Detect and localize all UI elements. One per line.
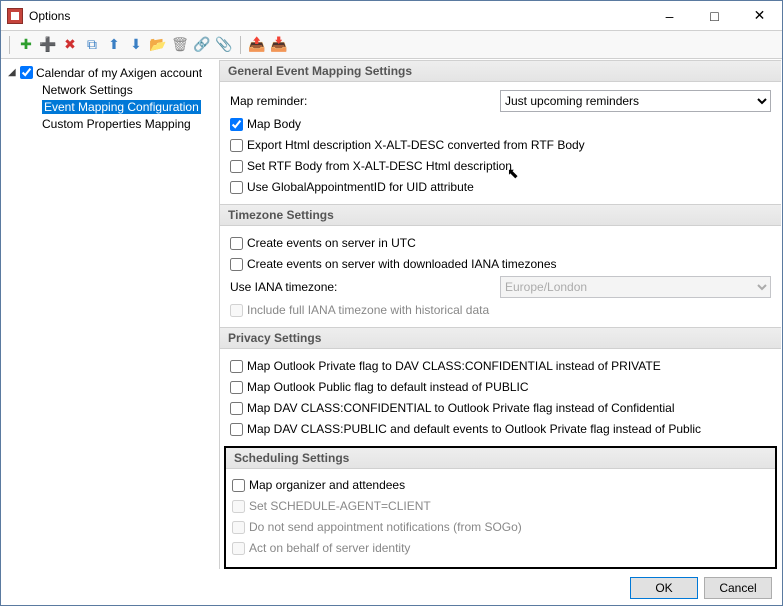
trash-icon[interactable]: 🗑: [170, 35, 190, 55]
checkbox-label: Map DAV CLASS:CONFIDENTIAL to Outlook Pr…: [247, 401, 675, 415]
settings-content: General Event Mapping Settings Map remin…: [220, 60, 781, 569]
section-header-timezone: Timezone Settings: [220, 204, 781, 226]
map-dav-confidential-checkbox[interactable]: [230, 402, 243, 415]
cancel-button[interactable]: Cancel: [704, 577, 772, 599]
checkbox-label: Map Outlook Private flag to DAV CLASS:CO…: [247, 359, 661, 373]
minimize-button[interactable]: –: [647, 1, 692, 30]
create-events-iana-checkbox[interactable]: [230, 258, 243, 271]
main: ◢ Calendar of my Axigen account Network …: [2, 60, 781, 569]
checkbox-label: Do not send appointment notifications (f…: [249, 520, 522, 534]
add-multi-icon[interactable]: ➕: [38, 35, 58, 55]
checkbox-label: Include full IANA timezone with historic…: [247, 303, 489, 317]
export-html-desc-checkbox[interactable]: [230, 139, 243, 152]
ok-button[interactable]: OK: [630, 577, 698, 599]
tree-root-label: Calendar of my Axigen account: [36, 66, 202, 80]
checkbox-label: Export Html description X-ALT-DESC conve…: [247, 138, 585, 152]
no-send-notifications-checkbox: [232, 521, 245, 534]
checkbox-label: Create events on server with downloaded …: [247, 257, 557, 271]
tree-root-checkbox[interactable]: [20, 66, 33, 79]
add-icon[interactable]: ✚: [16, 35, 36, 55]
delete-icon[interactable]: ✖: [60, 35, 80, 55]
tree-expander-icon[interactable]: ◢: [8, 67, 20, 78]
checkbox-label: Set SCHEDULE-AGENT=CLIENT: [249, 499, 431, 513]
profile-tree: ◢ Calendar of my Axigen account Network …: [2, 60, 220, 569]
section-header-scheduling: Scheduling Settings: [226, 448, 775, 469]
tree-item-label: Event Mapping Configuration: [42, 100, 201, 114]
window-title: Options: [29, 9, 647, 23]
checkbox-label: Map organizer and attendees: [249, 478, 405, 492]
create-events-utc-checkbox[interactable]: [230, 237, 243, 250]
act-on-behalf-checkbox: [232, 542, 245, 555]
section-header-general: General Event Mapping Settings: [220, 60, 781, 82]
include-full-iana-checkbox: [230, 304, 243, 317]
section-privacy: Map Outlook Private flag to DAV CLASS:CO…: [220, 349, 781, 446]
section-header-privacy: Privacy Settings: [220, 327, 781, 349]
app-icon: [7, 8, 23, 24]
checkbox-label: Map Body: [247, 117, 301, 131]
toolbar-separator: [9, 36, 10, 54]
checkbox-label: Use GlobalAppointmentID for UID attribut…: [247, 180, 474, 194]
map-reminder-select[interactable]: Just upcoming reminders: [500, 90, 771, 112]
map-organizer-checkbox[interactable]: [232, 479, 245, 492]
map-private-confidential-checkbox[interactable]: [230, 360, 243, 373]
map-reminder-label: Map reminder:: [230, 94, 500, 108]
dialog-footer: OK Cancel: [1, 571, 782, 605]
unlink-icon[interactable]: 📎: [214, 35, 234, 55]
map-public-default-checkbox[interactable]: [230, 381, 243, 394]
import-icon[interactable]: 📥: [269, 35, 289, 55]
iana-timezone-select: Europe/London: [500, 276, 771, 298]
section-timezone: Create events on server in UTC Create ev…: [220, 226, 781, 327]
use-global-appointment-id-checkbox[interactable]: [230, 181, 243, 194]
tree-item-custom-properties[interactable]: Custom Properties Mapping: [4, 115, 217, 132]
map-dav-public-checkbox[interactable]: [230, 423, 243, 436]
folder-open-icon[interactable]: 📂: [148, 35, 168, 55]
copy-icon[interactable]: ⧉: [82, 35, 102, 55]
set-schedule-agent-checkbox: [232, 500, 245, 513]
set-rtf-body-checkbox[interactable]: [230, 160, 243, 173]
toolbar: ✚ ➕ ✖ ⧉ ⬆ ⬇ 📂 🗑 🔗 📎 📤 📥: [1, 31, 782, 59]
tree-item-event-mapping[interactable]: Event Mapping Configuration: [4, 98, 217, 115]
checkbox-label: Set RTF Body from X-ALT-DESC Html descri…: [247, 159, 512, 173]
use-iana-timezone-label: Use IANA timezone:: [230, 280, 500, 294]
tree-item-label: Custom Properties Mapping: [42, 117, 191, 131]
checkbox-label: Act on behalf of server identity: [249, 541, 410, 555]
section-general: Map reminder: Just upcoming reminders Ma…: [220, 82, 781, 204]
checkbox-label: Map DAV CLASS:PUBLIC and default events …: [247, 422, 701, 436]
titlebar: Options – □ ✕: [1, 1, 782, 31]
window-controls: – □ ✕: [647, 1, 782, 30]
export-icon[interactable]: 📤: [247, 35, 267, 55]
tree-item-label: Network Settings: [42, 83, 133, 97]
map-body-checkbox[interactable]: [230, 118, 243, 131]
section-scheduling: Scheduling Settings Map organizer and at…: [224, 446, 777, 569]
tree-item-network-settings[interactable]: Network Settings: [4, 81, 217, 98]
up-icon[interactable]: ⬆: [104, 35, 124, 55]
checkbox-label: Map Outlook Public flag to default inste…: [247, 380, 529, 394]
checkbox-label: Create events on server in UTC: [247, 236, 416, 250]
close-button[interactable]: ✕: [737, 1, 782, 30]
tree-root[interactable]: ◢ Calendar of my Axigen account: [4, 64, 217, 81]
link-icon[interactable]: 🔗: [192, 35, 212, 55]
toolbar-separator: [240, 36, 241, 54]
maximize-button[interactable]: □: [692, 1, 737, 30]
down-icon[interactable]: ⬇: [126, 35, 146, 55]
